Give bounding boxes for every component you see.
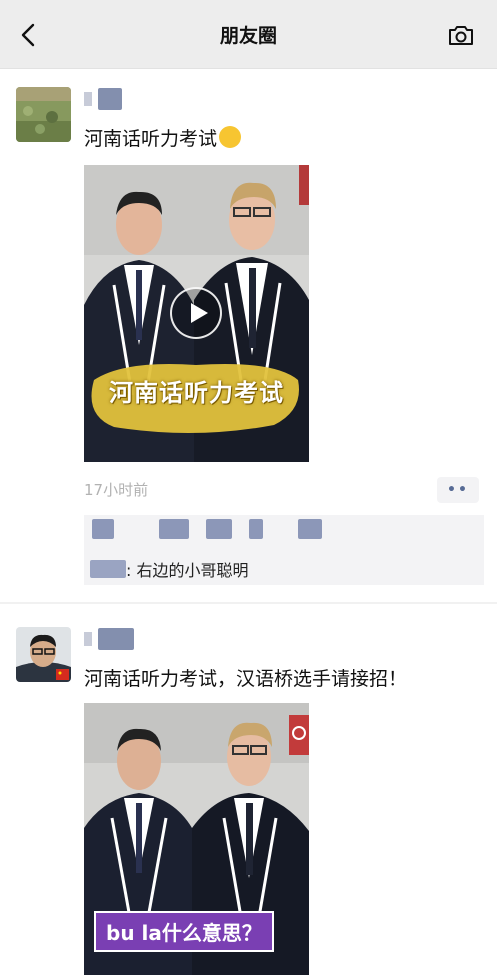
moment-post: 河南话听力考试 河南话听力考试 17小时前 ••: 右边的小哥聪明 — [0, 68, 497, 602]
nickname[interactable] — [84, 88, 122, 110]
avatar[interactable] — [16, 87, 71, 142]
like-user[interactable] — [92, 519, 114, 539]
camera-icon[interactable] — [447, 22, 475, 48]
avatar[interactable] — [16, 627, 71, 682]
like-user[interactable] — [159, 519, 190, 539]
moment-post: 河南话听力考试，汉语桥选手请接招！ bu la什么意思？ — [0, 604, 497, 975]
navigation-bar: 朋友圈 — [0, 0, 497, 69]
page-title: 朋友圈 — [219, 25, 277, 47]
play-icon[interactable] — [170, 287, 222, 339]
video-caption: 河南话听力考试 — [109, 379, 284, 407]
comment-author[interactable] — [90, 560, 126, 578]
video-thumbnail[interactable]: 河南话听力考试 — [84, 165, 309, 462]
post-timestamp: 17小时前 — [84, 481, 149, 499]
like-user[interactable] — [249, 519, 264, 539]
nickname[interactable] — [84, 628, 134, 650]
post-text: 河南话听力考试 — [84, 124, 242, 151]
like-user[interactable] — [298, 519, 323, 539]
video-thumbnail[interactable]: bu la什么意思？ — [84, 703, 309, 975]
comment-text: : 右边的小哥聪明 — [126, 561, 249, 580]
video-caption: bu la什么意思？ — [94, 911, 274, 952]
laughing-tears-emoji-icon — [219, 126, 242, 148]
comment[interactable]: : 右边的小哥聪明 — [90, 557, 248, 581]
likes-comments-box: : 右边的小哥聪明 — [84, 515, 484, 585]
post-text: 河南话听力考试，汉语桥选手请接招！ — [84, 668, 408, 690]
like-user[interactable] — [206, 519, 233, 539]
more-options-button[interactable]: •• — [437, 477, 479, 503]
likes-list — [92, 519, 334, 543]
